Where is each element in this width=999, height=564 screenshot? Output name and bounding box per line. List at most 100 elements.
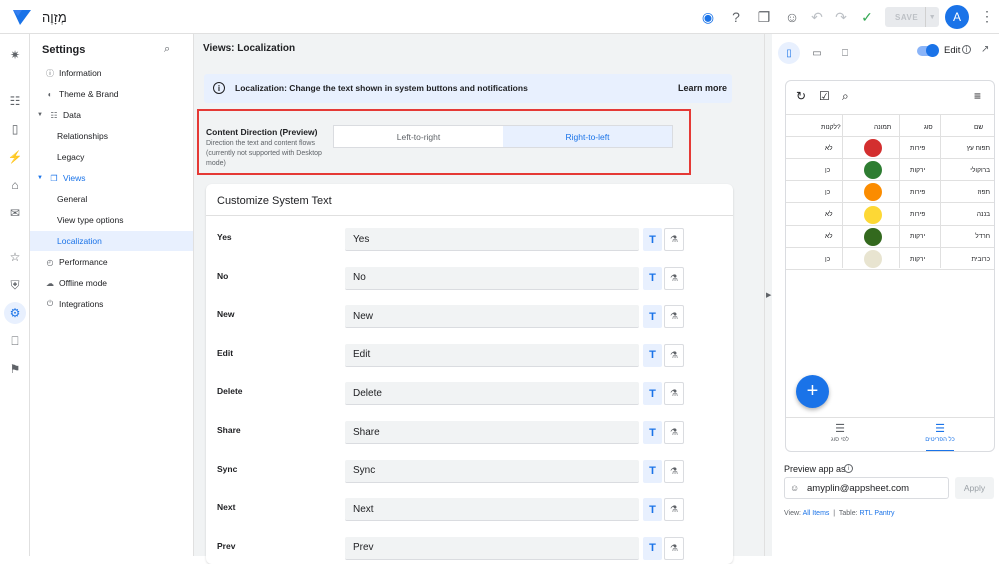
sidebar-item-views[interactable]: ▼ ❐ Views [30,168,193,188]
add-fab-button[interactable]: + [796,375,829,408]
sidebar-item-view-type-options[interactable]: View type options [30,210,193,230]
learn-icon[interactable]: ⚑ [6,360,24,378]
sidebar-item-legacy[interactable]: Legacy [30,147,193,167]
sidebar-item-data[interactable]: ▼ ☷ Data [30,105,193,125]
preview-eye-icon[interactable]: ◉ [699,8,717,26]
refresh-icon[interactable]: ↻ [796,89,806,103]
mobile-device-icon[interactable]: ▯ [778,42,800,64]
caret-down-icon[interactable]: ▼ [35,173,45,183]
sidebar-item-performance[interactable]: ◴ Performance [30,252,193,272]
system-text-input[interactable]: Share [345,421,639,444]
system-text-input[interactable]: Prev [345,536,639,560]
flask-icon[interactable]: ⚗ [664,266,684,290]
text-format-icon[interactable]: T [643,498,662,522]
learn-more-link[interactable]: Learn more [678,83,727,93]
system-text-input[interactable]: New [345,305,639,329]
flask-icon[interactable]: ⚗ [664,536,684,560]
flask-icon[interactable]: ⚗ [664,459,684,483]
automation-icon[interactable]: ✷ [6,46,24,64]
more-vert-icon[interactable]: ⋮ [980,8,994,25]
col-header-image[interactable]: תמונה [874,117,891,137]
mobile-icon[interactable]: ▯ [6,120,24,138]
undo-icon[interactable]: ↶ [808,8,826,26]
settings-gear-icon[interactable]: ⚙ [4,302,26,324]
text-format-icon[interactable]: T [643,536,662,560]
flask-icon[interactable]: ⚗ [664,228,684,251]
monitor-icon[interactable]: ⎕ [6,332,24,350]
col-header-type[interactable]: סוג [924,117,933,137]
system-text-input[interactable]: Next [345,498,639,522]
rtl-option[interactable]: Right-to-left [503,126,672,147]
system-text-input[interactable]: Delete [345,382,639,406]
text-format-icon[interactable]: T [643,421,662,444]
share-user-icon[interactable]: ☺ [783,8,801,26]
system-text-input[interactable]: No [345,266,639,290]
panel-splitter[interactable]: ▶ [764,34,772,556]
data-icon[interactable]: ☷ [6,92,24,110]
flask-icon[interactable]: ⚗ [664,305,684,329]
tablet-device-icon[interactable]: ▭ [806,42,828,64]
flask-icon[interactable]: ⚗ [664,382,684,406]
table-row[interactable] [786,159,994,182]
text-format-icon[interactable]: T [643,382,662,406]
sidebar-item-localization[interactable]: Localization [30,231,193,251]
info-icon[interactable]: i [962,45,971,54]
col-header-name[interactable]: שם [974,117,983,137]
table-row[interactable] [786,226,994,248]
info-icon: ⓘ [46,68,54,78]
text-format-icon[interactable]: T [643,228,662,251]
sidebar-item-general[interactable]: General [30,189,193,209]
sidebar-item-integrations[interactable]: ⏻ Integrations [30,294,193,314]
chevron-right-icon[interactable]: ▶ [766,291,771,299]
flask-icon[interactable]: ⚗ [664,421,684,444]
bottom-nav-by-type[interactable]: ☰ לפי סוג [810,422,870,443]
avatar[interactable]: A [945,5,969,29]
text-format-icon[interactable]: T [643,266,662,290]
table-row[interactable] [786,204,994,226]
sidebar-item-offline-mode[interactable]: ☁ Offline mode [30,273,193,293]
table-row[interactable] [786,248,994,270]
col-header-buy[interactable]: לקנות? [821,117,841,137]
search-icon[interactable]: ⌕ [164,43,170,56]
lightbulb-icon[interactable]: ☆ [6,248,24,266]
sidebar-item-theme-brand[interactable]: ◐ Theme & Brand [30,84,193,104]
copy-app-icon[interactable]: ❐ [755,8,773,26]
actions-icon[interactable]: ⚡ [6,148,24,166]
apply-button[interactable]: Apply [955,477,994,499]
checkbox-icon[interactable]: ☑ [819,89,830,103]
text-format-icon[interactable]: T [643,343,662,367]
search-icon[interactable]: ⌕ [842,89,849,104]
edit-toggle[interactable] [917,44,939,57]
system-text-input[interactable]: Sync [345,459,639,483]
menu-icon[interactable]: ≡ [974,89,981,103]
info-icon[interactable]: i [844,464,853,473]
table-link[interactable]: RTL Pantry [860,510,895,517]
chevron-down-icon[interactable]: ▼ [925,7,939,27]
sidebar-item-information[interactable]: ⓘ Information [30,63,193,83]
preview-email-input[interactable]: amyplin@appsheet.com [784,477,949,499]
system-text-input[interactable]: Edit [345,343,639,367]
text-format-icon[interactable]: T [643,459,662,483]
security-icon[interactable]: ⛨ [6,276,24,294]
help-icon[interactable]: ? [727,8,745,26]
chat-icon[interactable]: ✉ [6,204,24,222]
caret-down-icon[interactable]: ▼ [35,110,45,120]
bot-icon[interactable]: ⌂ [6,176,24,194]
app-name[interactable]: מְזָוֶה [42,10,67,25]
save-button[interactable]: SAVE ▼ [885,7,939,27]
flask-icon[interactable]: ⚗ [664,498,684,522]
redo-icon[interactable]: ↷ [832,8,850,26]
open-in-new-icon[interactable]: ↗ [981,44,989,55]
ltr-option[interactable]: Left-to-right [334,126,503,147]
flask-icon[interactable]: ⚗ [664,343,684,367]
table-row[interactable] [786,181,994,204]
table-row[interactable] [786,137,994,159]
view-link[interactable]: All Items [803,510,830,517]
sidebar-item-relationships[interactable]: Relationships [30,126,193,146]
bottom-nav-all-items[interactable]: ☰ כל הפריטים [910,422,970,443]
check-icon[interactable]: ✓ [858,8,876,26]
desktop-device-icon[interactable]: ⎕ [834,42,856,64]
appsheet-logo-icon[interactable] [12,8,32,26]
text-format-icon[interactable]: T [643,305,662,329]
system-text-input[interactable]: Yes [345,228,639,251]
